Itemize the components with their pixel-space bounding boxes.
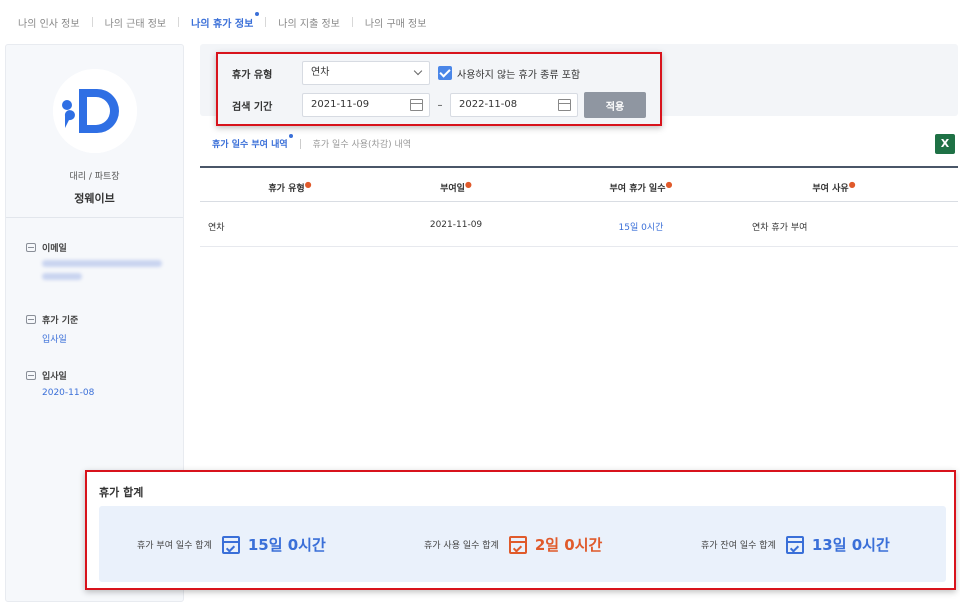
profile-name: 정웨이브 xyxy=(74,192,115,205)
period-label: 검색 기간 xyxy=(232,101,273,113)
end-date-input[interactable]: 2022-11-08 xyxy=(450,93,578,117)
include-unused-label: 사용하지 않는 휴가 종류 포함 xyxy=(457,69,581,81)
tab-hr-info[interactable]: 나의 인사 정보 xyxy=(18,15,80,30)
start-date-value: 2021-11-09 xyxy=(311,99,370,110)
cell-days: 15일 0시간 xyxy=(618,223,664,233)
leave-summary: 휴가 합계 휴가 부여 일수 합계 15일 0시간 휴가 사용 일수 합계 2일… xyxy=(85,470,956,590)
table-row[interactable]: 연차 2021-11-09 15일 0시간 연차 휴가 부여 xyxy=(200,202,958,247)
leave-type-row: 휴가 유형 연차 사용하지 않는 휴가 종류 포함 xyxy=(232,61,580,85)
calendar-icon[interactable] xyxy=(410,99,423,111)
chevron-down-icon xyxy=(413,66,423,76)
granted-total: 휴가 부여 일수 합계 15일 0시간 xyxy=(137,534,326,555)
tab-grant-history-label: 휴가 일수 부여 내역 xyxy=(212,140,288,150)
email-label: 이메일 xyxy=(42,244,67,254)
column-header-type: 휴가 유형● xyxy=(268,180,312,194)
cell-type: 연차 xyxy=(208,223,225,233)
leave-type-select[interactable]: 연차 xyxy=(302,61,430,85)
tab-grant-history[interactable]: 휴가 일수 부여 내역 xyxy=(212,134,293,150)
column-header-days: 부여 휴가 일수● xyxy=(609,180,673,194)
include-unused-checkbox[interactable]: 사용하지 않는 휴가 종류 포함 xyxy=(438,66,580,81)
grant-table: 휴가 유형● 부여일● 부여 휴가 일수● 부여 사유● 연차 2021-11-… xyxy=(200,166,958,247)
leave-type-value: 연차 xyxy=(311,67,330,78)
remaining-total-value: 13일 0시간 xyxy=(811,536,890,554)
mail-icon xyxy=(26,243,36,252)
leave-basis-section: 휴가 기준 입사일 xyxy=(26,313,78,345)
join-date-section: 입사일 2020-11-08 xyxy=(26,369,94,398)
checkbox-checked-icon[interactable] xyxy=(438,66,452,80)
nav-divider xyxy=(351,17,353,27)
tab-divider xyxy=(299,138,301,149)
cell-reason: 연차 휴가 부여 xyxy=(752,223,808,233)
filter-panel: 휴가 유형 연차 사용하지 않는 휴가 종류 포함 검색 기간 2021-11-… xyxy=(216,52,662,126)
nav-divider xyxy=(178,17,180,27)
avatar xyxy=(53,69,137,153)
leave-basis-label: 휴가 기준 xyxy=(42,316,79,326)
join-date-label: 입사일 xyxy=(42,372,67,382)
active-dot xyxy=(288,134,293,138)
tab-leave-info[interactable]: 나의 휴가 정보 xyxy=(191,11,260,30)
summary-title: 휴가 합계 xyxy=(99,486,144,499)
granted-total-value: 15일 0시간 xyxy=(247,536,326,554)
email-section: 이메일 xyxy=(26,241,166,286)
company-logo-icon xyxy=(53,69,137,153)
tab-attendance-info[interactable]: 나의 근태 정보 xyxy=(105,15,167,30)
remaining-total-label: 휴가 잔여 일수 합계 xyxy=(701,541,776,551)
profile-divider xyxy=(6,217,183,218)
granted-total-label: 휴가 부여 일수 합계 xyxy=(137,541,212,551)
leave-type-label: 휴가 유형 xyxy=(232,69,273,81)
used-total-label: 휴가 사용 일수 합계 xyxy=(424,541,499,551)
apply-button[interactable]: 적용 xyxy=(584,92,646,118)
date-range-dash: – xyxy=(437,99,443,111)
cell-date: 2021-11-09 xyxy=(429,220,483,230)
calendar-check-icon xyxy=(508,535,527,554)
period-row: 검색 기간 2021-11-09 – 2022-11-08 적용 xyxy=(232,92,646,118)
start-date-input[interactable]: 2021-11-09 xyxy=(302,93,430,117)
top-nav: 나의 인사 정보 나의 근태 정보 나의 휴가 정보 나의 지출 정보 나의 구… xyxy=(18,11,427,32)
active-dot xyxy=(255,11,260,16)
used-total-value: 2일 0시간 xyxy=(534,536,603,554)
tab-purchase-info[interactable]: 나의 구매 정보 xyxy=(365,15,427,30)
profile-role: 대리 / 파트장 xyxy=(69,172,120,182)
excel-icon[interactable]: X xyxy=(935,134,955,154)
end-date-value: 2022-11-08 xyxy=(459,99,518,110)
nav-divider xyxy=(91,17,93,27)
nav-divider xyxy=(265,17,267,27)
calendar-check-icon xyxy=(785,535,804,554)
summary-panel: 휴가 부여 일수 합계 15일 0시간 휴가 사용 일수 합계 2일 0시간 휴… xyxy=(99,506,946,582)
tab-usage-history[interactable]: 휴가 일수 사용(차감) 내역 xyxy=(313,137,411,150)
join-date-value: 2020-11-08 xyxy=(42,388,95,398)
calendar-icon[interactable] xyxy=(558,99,571,111)
calendar-check-icon xyxy=(221,535,240,554)
email-value-blurred xyxy=(42,260,166,280)
column-header-date: 부여일● xyxy=(440,180,472,194)
remaining-total: 휴가 잔여 일수 합계 13일 0시간 xyxy=(701,534,890,555)
used-total: 휴가 사용 일수 합계 2일 0시간 xyxy=(424,534,602,555)
calendar-icon xyxy=(26,315,36,324)
calendar-icon xyxy=(26,371,36,380)
tab-leave-info-label: 나의 휴가 정보 xyxy=(191,18,254,30)
leave-basis-value: 입사일 xyxy=(42,335,67,345)
tab-expense-info[interactable]: 나의 지출 정보 xyxy=(278,15,340,30)
history-tabs: 휴가 일수 부여 내역 휴가 일수 사용(차감) 내역 xyxy=(212,134,411,150)
table-header: 휴가 유형● 부여일● 부여 휴가 일수● 부여 사유● xyxy=(200,166,958,202)
column-header-reason: 부여 사유● xyxy=(812,180,856,194)
